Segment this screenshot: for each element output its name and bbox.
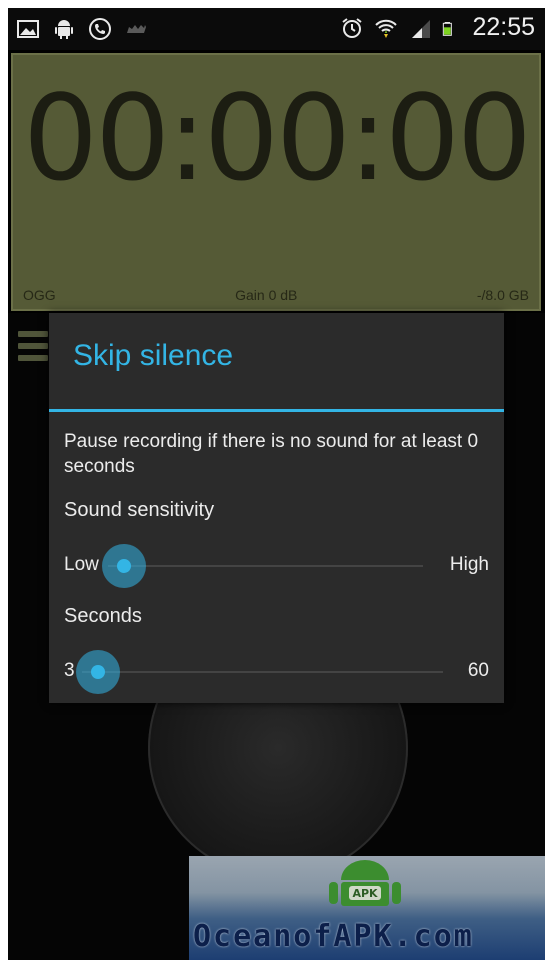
format-label: OGG [23,287,56,303]
dialog-title: Skip silence [73,339,234,372]
seconds-slider[interactable]: 3 60 [64,650,489,694]
wifi-icon [375,19,398,38]
timer-display: 00:00:00 [23,69,532,207]
sensitivity-max-label: High [449,554,489,575]
status-clock: 22:55 [472,13,535,41]
storage-label: -/8.0 GB [476,287,529,303]
sensitivity-label: Sound sensitivity [64,499,215,521]
sensitivity-min-label: Low [64,554,99,575]
dialog-message: Pause recording if there is no sound for… [64,431,479,477]
seconds-label: Seconds [64,605,142,627]
watermark: APK OceanofAPK.com [189,856,545,960]
android-apk-logo: APK [329,860,401,906]
system-icons: 22:55 [340,13,535,42]
signal-icon [412,19,431,38]
notification-icons [16,17,148,41]
battery-icon [443,21,453,36]
apk-badge-text: APK [352,887,378,900]
android-icon [55,20,73,39]
gain-label: Gain 0 dB [235,287,298,303]
seconds-max-label: 60 [467,660,489,681]
image-icon [17,20,39,38]
seconds-track[interactable] [82,671,443,673]
sensitivity-thumb[interactable] [102,544,146,588]
status-bar: 22:55 [8,8,545,50]
sensitivity-track[interactable] [108,565,423,567]
title-divider [49,409,504,412]
phone-icon [89,18,111,40]
recordings-list-icon[interactable] [18,331,48,365]
phone-screen: 22:55 00:00:00 OGG Gain 0 dB -/8.0 GB Sk… [8,8,545,960]
recorder-display: 00:00:00 OGG Gain 0 dB -/8.0 GB [11,53,541,311]
camel-icon [127,25,146,33]
seconds-min-label: 3 [64,660,75,681]
watermark-text: OceanofAPK.com [193,919,474,954]
sensitivity-slider[interactable]: Low High [64,544,489,588]
seconds-thumb[interactable] [76,650,120,694]
alarm-clock-icon [342,17,363,38]
skip-silence-dialog: Skip silence Pause recording if there is… [49,313,504,703]
display-footer: OGG Gain 0 dB -/8.0 GB [23,287,529,303]
